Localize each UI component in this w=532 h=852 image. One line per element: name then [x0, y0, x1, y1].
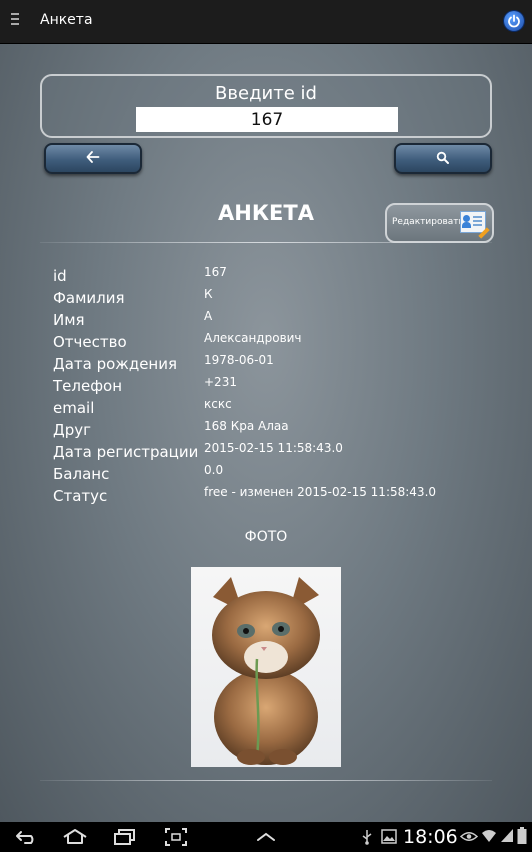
field-value: +231: [204, 375, 237, 389]
field-row-patronymic: Отчество Александрович: [53, 331, 493, 353]
field-label: email: [53, 399, 95, 417]
id-prompt-label: Введите id: [215, 83, 317, 104]
edit-button-label: Редактировать: [392, 217, 464, 227]
field-value: кскс: [204, 397, 232, 411]
field-row-friend: Друг 168 Кра Алаа: [53, 419, 493, 441]
field-value: 0.0: [204, 463, 224, 477]
field-row-balance: Баланс 0.0: [53, 463, 493, 485]
home-nav-icon[interactable]: [62, 828, 88, 845]
field-row-id: id 167: [53, 265, 493, 287]
field-row-firstname: Имя А: [53, 309, 493, 331]
divider: [40, 780, 492, 781]
power-icon[interactable]: [504, 11, 524, 31]
field-label: Отчество: [53, 333, 127, 351]
edit-profile-icon: [460, 211, 490, 239]
wifi-icon: [482, 830, 496, 842]
menu-icon[interactable]: [11, 13, 19, 27]
photo-title: ФОТО: [244, 529, 288, 545]
divider: [40, 242, 492, 243]
gallery-icon: [381, 829, 397, 844]
screenshot-icon[interactable]: [165, 828, 187, 846]
field-row-birthdate: Дата рождения 1978-06-01: [53, 353, 493, 375]
back-button[interactable]: [44, 143, 142, 174]
field-value: Александрович: [204, 331, 302, 345]
field-label: Баланс: [53, 465, 110, 483]
clock: 18:06: [403, 826, 458, 848]
system-navigation-bar: 18:06: [0, 822, 532, 852]
back-nav-icon[interactable]: [15, 830, 37, 844]
eye-icon: [460, 832, 478, 841]
field-row-status: Статус free - изменен 2015-02-15 11:58:4…: [53, 485, 493, 507]
field-label: Друг: [53, 421, 91, 439]
usb-icon: [362, 830, 372, 845]
field-value: К: [204, 287, 213, 301]
field-label: Фамилия: [53, 289, 125, 307]
edit-button[interactable]: Редактировать: [385, 203, 494, 243]
chevron-up-icon[interactable]: [256, 832, 276, 842]
search-button[interactable]: [394, 143, 492, 174]
field-label: Дата рождения: [53, 355, 177, 373]
field-label: Статус: [53, 487, 108, 505]
field-label: Дата регистрации: [53, 443, 199, 461]
field-label: id: [53, 267, 67, 285]
field-value: А: [204, 309, 213, 323]
field-value: 2015-02-15 11:58:43.0: [204, 441, 343, 455]
field-value: 168 Кра Алаа: [204, 419, 289, 433]
field-label: Имя: [53, 311, 85, 329]
id-input[interactable]: [136, 107, 398, 132]
id-search-panel: Введите id: [40, 74, 492, 138]
arrow-left-icon: [86, 151, 100, 163]
signal-icon: [501, 829, 513, 842]
app-title: Анкета: [40, 12, 93, 28]
field-value: 1978-06-01: [204, 353, 274, 367]
field-row-lastname: Фамилия К: [53, 287, 493, 309]
battery-icon: [517, 827, 527, 844]
profile-photo: [191, 567, 341, 767]
field-value: 167: [204, 265, 227, 279]
recent-apps-icon[interactable]: [113, 828, 137, 845]
field-row-email: email кскс: [53, 397, 493, 419]
field-label: Телефон: [53, 377, 123, 395]
field-row-phone: Телефон +231: [53, 375, 493, 397]
search-icon: [436, 151, 449, 164]
field-value: free - изменен 2015-02-15 11:58:43.0: [204, 485, 437, 499]
field-row-registered: Дата регистрации 2015-02-15 11:58:43.0: [53, 441, 493, 463]
action-bar: Анкета: [0, 0, 532, 44]
